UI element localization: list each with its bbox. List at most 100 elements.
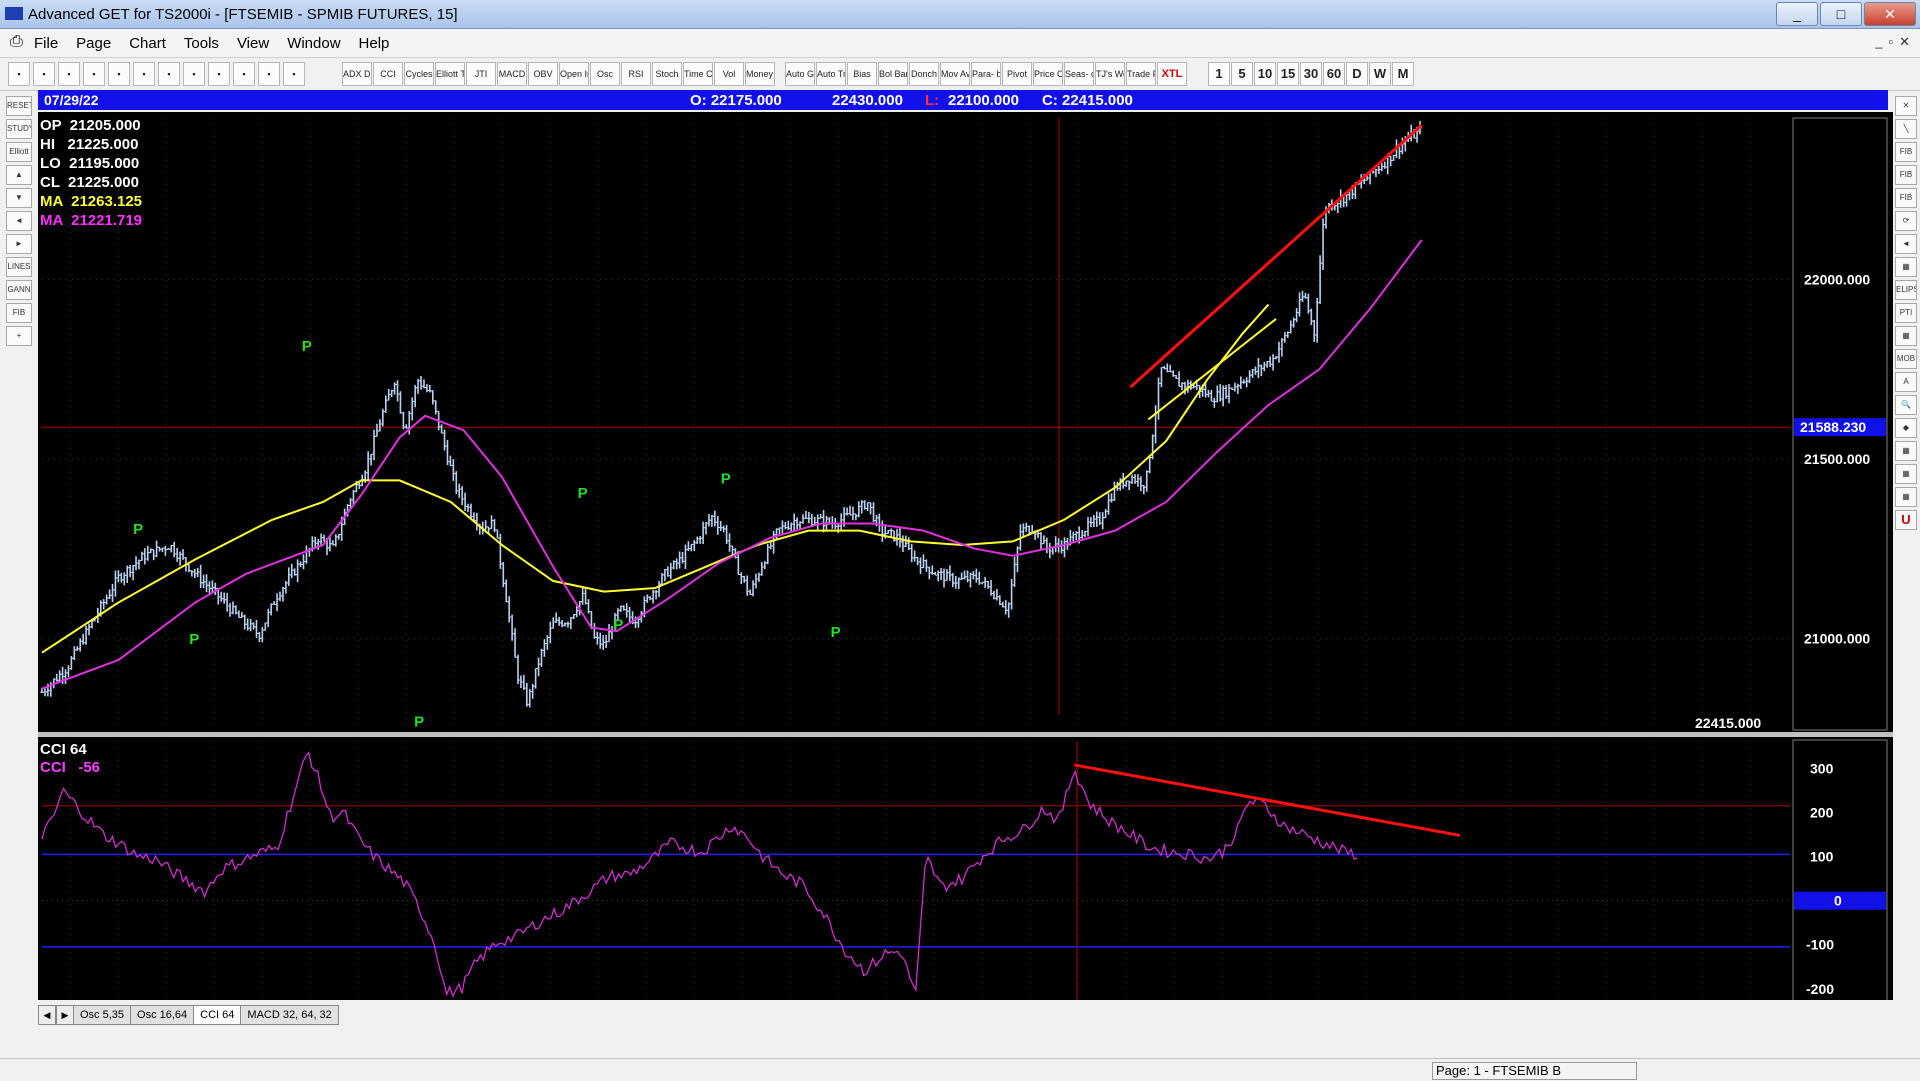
right-tool-18[interactable]: U [1895, 510, 1917, 530]
settings-icon[interactable]: ▪ [208, 62, 230, 86]
right-tool-3[interactable]: FIB EXT [1895, 165, 1917, 185]
timeframe-15-button[interactable]: 15 [1277, 62, 1299, 86]
left-tool-7[interactable]: LINES [6, 257, 32, 277]
close-button[interactable]: ✕ [1864, 2, 1916, 26]
study-auto-gann-button[interactable]: Auto Gann [785, 62, 815, 86]
study-trade-profile-button[interactable]: Trade Profile [1126, 62, 1156, 86]
tab-scroll-right[interactable]: ▶ [56, 1005, 74, 1025]
left-tool-6[interactable]: ► [6, 234, 32, 254]
study-xtl-button[interactable]: XTL [1157, 62, 1187, 86]
timeframe-30-button[interactable]: 30 [1300, 62, 1322, 86]
menu-chart[interactable]: Chart [129, 35, 166, 52]
right-tool-8[interactable]: ELIPS [1895, 280, 1917, 300]
cci-panel[interactable] [38, 737, 1893, 1000]
mdi-restore-button[interactable]: ▫ [1888, 34, 1893, 50]
study-stoch-button[interactable]: Stoch [652, 62, 682, 86]
study-vol-button[interactable]: Vol [714, 62, 744, 86]
study-mov-ave-button[interactable]: Mov Ave [940, 62, 970, 86]
study-price-clust-button[interactable]: Price Clust [1033, 62, 1063, 86]
timeframe-m-button[interactable]: M [1392, 62, 1414, 86]
maximize-button[interactable]: □ [1820, 2, 1862, 26]
price-panel[interactable] [38, 112, 1893, 732]
left-tool-8[interactable]: GANN [6, 280, 32, 300]
right-tool-13[interactable]: 🔍 [1895, 395, 1917, 415]
timeframe-w-button[interactable]: W [1369, 62, 1391, 86]
left-tool-9[interactable]: FIB [6, 303, 32, 323]
right-tool-6[interactable]: ◄ [1895, 234, 1917, 254]
study-auto-trend-button[interactable]: Auto Trend [816, 62, 846, 86]
tab-osc-16-64[interactable]: Osc 16,64 [131, 1005, 195, 1025]
menu-file[interactable]: File [34, 35, 58, 52]
help-icon[interactable]: ▪ [283, 62, 305, 86]
menu-tools[interactable]: Tools [184, 35, 219, 52]
copy-icon[interactable]: ▪ [83, 62, 105, 86]
tab-osc-5-35[interactable]: Osc 5,35 [74, 1005, 132, 1025]
study-macd-button[interactable]: MACD [497, 62, 527, 86]
right-tool-2[interactable]: FIB RET [1895, 142, 1917, 162]
clone-icon[interactable]: ▪ [158, 62, 180, 86]
left-tool-1[interactable]: STUDY [6, 119, 32, 139]
menu-window[interactable]: Window [287, 35, 340, 52]
study-time-clust-button[interactable]: Time Clust [683, 62, 713, 86]
right-tool-12[interactable]: A [1895, 372, 1917, 392]
grid-icon[interactable]: ▪ [183, 62, 205, 86]
pin-icon[interactable]: ▪ [8, 62, 30, 86]
right-tool-1[interactable]: ╲ [1895, 119, 1917, 139]
right-tool-14[interactable]: ◆ [1895, 418, 1917, 438]
tab-cci-64[interactable]: CCI 64 [194, 1005, 242, 1025]
left-tool-2[interactable]: Elliott [6, 142, 32, 162]
document-icon[interactable]: ⎙ [10, 33, 23, 51]
study-obv-button[interactable]: OBV [528, 62, 558, 86]
right-tool-10[interactable]: ▦ [1895, 326, 1917, 346]
right-tool-7[interactable]: ▦ [1895, 257, 1917, 277]
menu-help[interactable]: Help [359, 35, 390, 52]
study-osc-button[interactable]: Osc [590, 62, 620, 86]
left-tool-0[interactable]: RESET [6, 96, 32, 116]
study-pivot-button[interactable]: Pivot [1002, 62, 1032, 86]
study-elliott-trig-button[interactable]: Elliott Trig [435, 62, 465, 86]
mdi-minimize-button[interactable]: _ [1875, 34, 1882, 50]
timeframe-5-button[interactable]: 5 [1231, 62, 1253, 86]
study-bias-button[interactable]: Bias [847, 62, 877, 86]
tab-scroll-left[interactable]: ◀ [38, 1005, 56, 1025]
study-para-bolic-button[interactable]: Para- bolic [971, 62, 1001, 86]
minimize-button[interactable]: _ [1776, 2, 1818, 26]
right-tool-17[interactable]: ▦ [1895, 487, 1917, 507]
print-icon[interactable]: ▪ [233, 62, 255, 86]
study-cci-button[interactable]: CCI [373, 62, 403, 86]
study-cycles-button[interactable]: Cycles [404, 62, 434, 86]
fwd-icon[interactable]: ▪ [133, 62, 155, 86]
quote-icon[interactable]: ▪ [33, 62, 55, 86]
menu-page[interactable]: Page [76, 35, 111, 52]
right-tool-5[interactable]: ⟳ [1895, 211, 1917, 231]
timeframe-10-button[interactable]: 10 [1254, 62, 1276, 86]
left-tool-5[interactable]: ◄ [6, 211, 32, 231]
study-bol-band-button[interactable]: Bol Band [878, 62, 908, 86]
right-tool-15[interactable]: ▦ [1895, 441, 1917, 461]
right-tool-9[interactable]: PTI [1895, 303, 1917, 323]
right-tool-11[interactable]: MOB [1895, 349, 1917, 369]
study-open-int-button[interactable]: Open Int [559, 62, 589, 86]
right-tool-4[interactable]: FIB TIME [1895, 188, 1917, 208]
chart-area[interactable]: 07/29/22 O: 22175.000 22430.000 L: 22100… [0, 0, 1920, 1000]
study-rsi-button[interactable]: RSI [621, 62, 651, 86]
left-tool-3[interactable]: ▲ [6, 165, 32, 185]
left-tool-4[interactable]: ▼ [6, 188, 32, 208]
study-tj-s-web-button[interactable]: TJ's Web [1095, 62, 1125, 86]
study-seas-onals-button[interactable]: Seas- onals [1064, 62, 1094, 86]
study-jti-button[interactable]: JTI [466, 62, 496, 86]
info-icon[interactable]: ▪ [258, 62, 280, 86]
study-adx-dmi-button[interactable]: ADX DMI [342, 62, 372, 86]
timeframe-d-button[interactable]: D [1346, 62, 1368, 86]
study-money-flow-button[interactable]: Money flow [745, 62, 775, 86]
tab-macd-32-64-32[interactable]: MACD 32, 64, 32 [241, 1005, 339, 1025]
study-donch-button[interactable]: Donch [909, 62, 939, 86]
right-tool-16[interactable]: ▦ [1895, 464, 1917, 484]
timeframe-60-button[interactable]: 60 [1323, 62, 1345, 86]
new-page-icon[interactable]: ▪ [58, 62, 80, 86]
mdi-close-button[interactable]: ✕ [1899, 34, 1910, 50]
left-tool-10[interactable]: + [6, 326, 32, 346]
timeframe-1-button[interactable]: 1 [1208, 62, 1230, 86]
menu-view[interactable]: View [237, 35, 269, 52]
refresh-icon[interactable]: ▪ [108, 62, 130, 86]
